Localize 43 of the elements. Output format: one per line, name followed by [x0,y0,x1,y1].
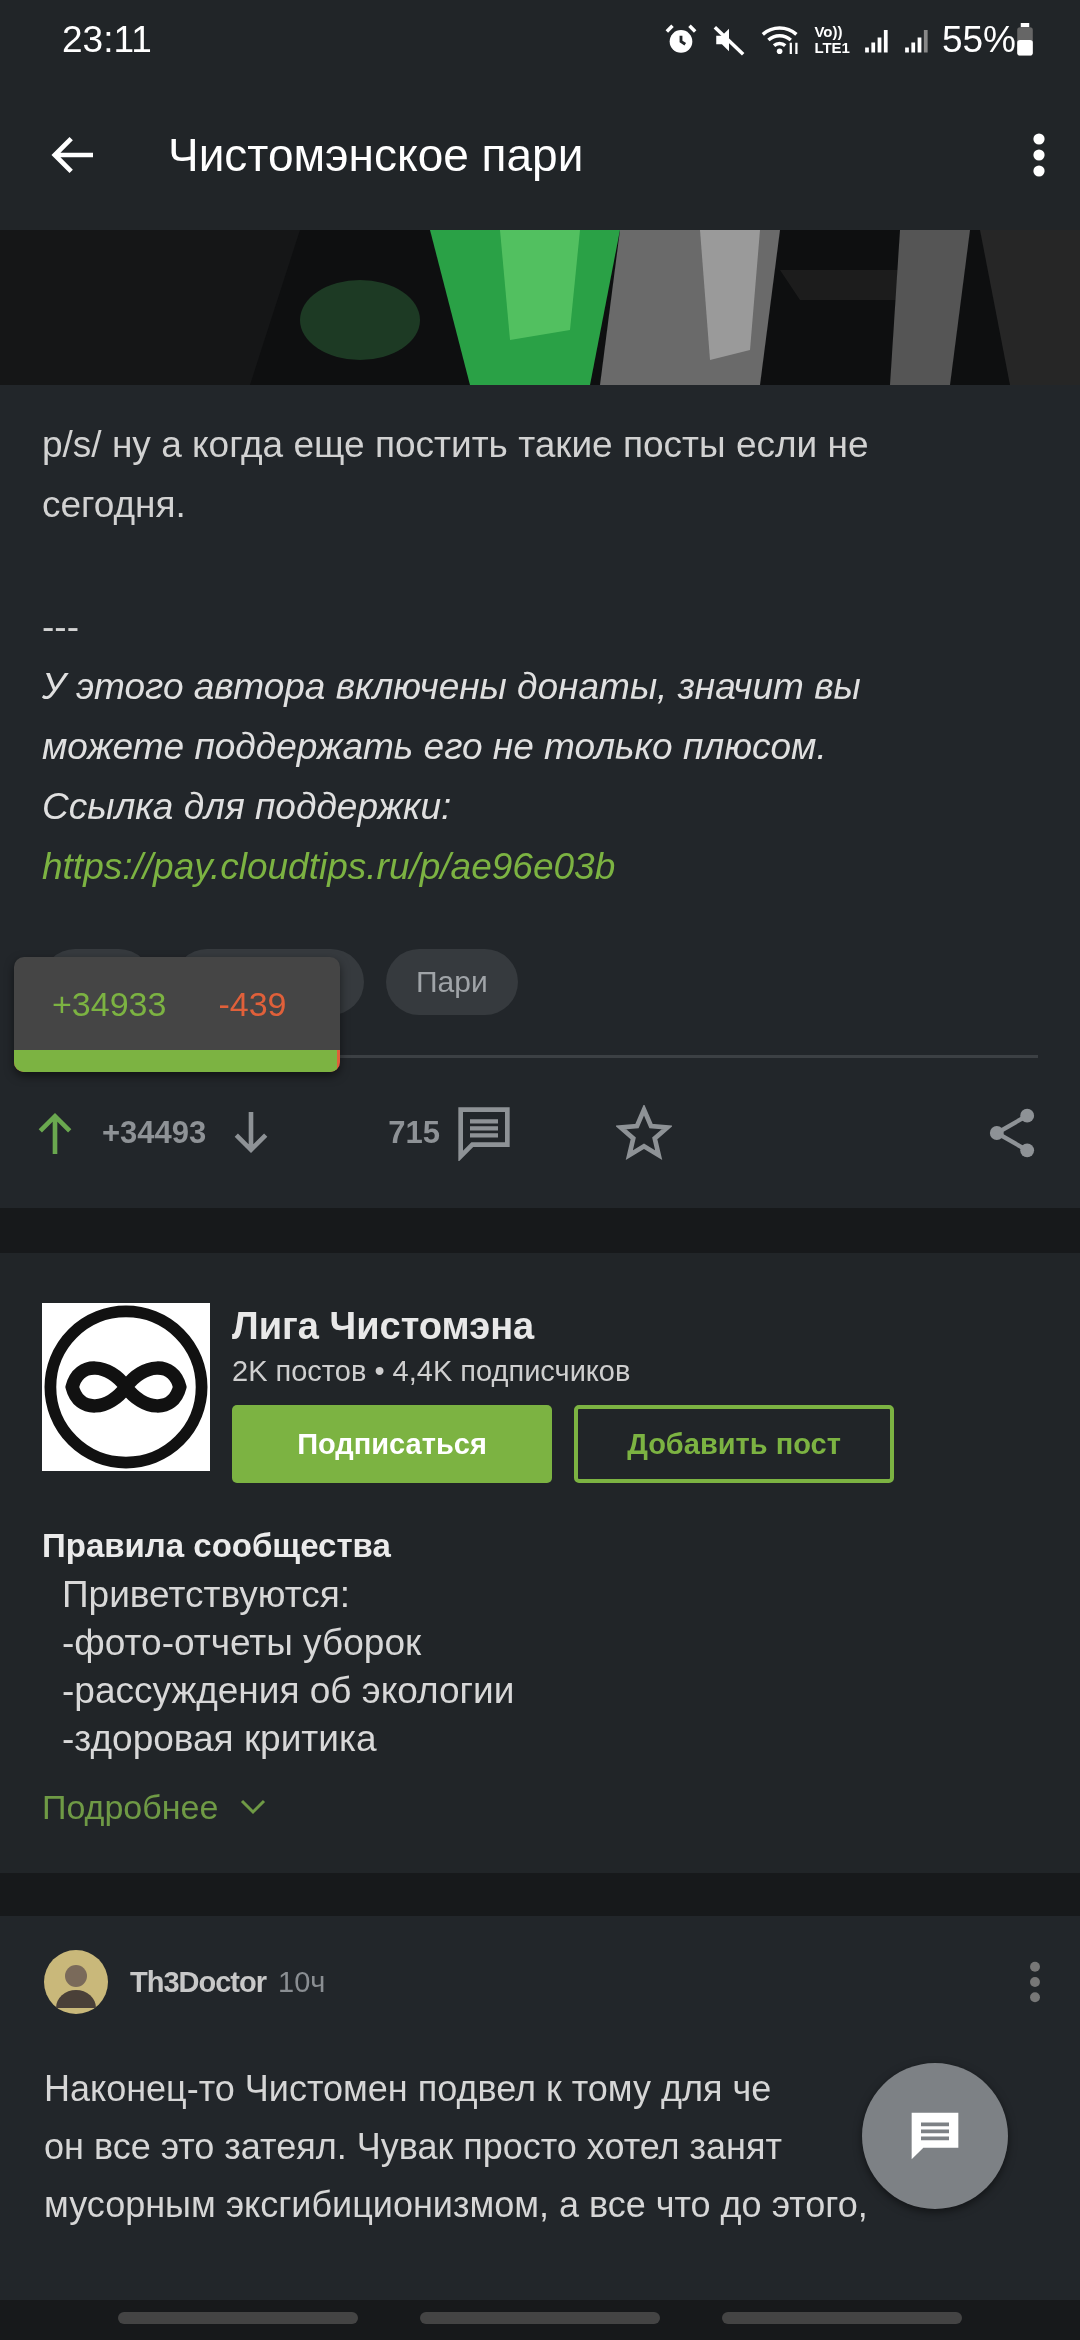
comment-icon[interactable] [456,1105,513,1161]
post-text: p/s/ ну а когда еще постить такие посты если не сегодня. [42,423,870,527]
more-link[interactable]: Подробнее [42,1779,219,1835]
battery-level: 55% [941,19,1016,61]
rule-text: -фото-отчеты уборок [61,1621,423,1665]
community-logo[interactable] [42,1303,210,1471]
rules-title: Правила сообщества [42,1526,392,1566]
comment-count: 715 [388,1115,441,1151]
mute-icon [712,23,747,57]
comment-text: Наконец-то Чистомен подвел к тому для че [44,2067,772,2111]
star-icon[interactable] [616,1105,673,1161]
community-stats: 2K постов • 4,4K подписчиков [232,1354,632,1389]
minus-count: -439 [218,984,287,1025]
donation-note: У этого автора включены донаты, значит вы можете поддержать его не только плюсом. [42,665,862,769]
nav-handle[interactable] [722,2312,962,2324]
comment-time: 10ч [278,1965,326,1999]
network-label: LTE1 [814,40,850,56]
nav-handle[interactable] [118,2312,358,2324]
more-icon[interactable] [1032,133,1046,177]
screen-title: Чистомэнское пари [168,128,585,182]
separator-text: --- [42,605,80,649]
rule-text: Приветствуются: [61,1573,352,1617]
upvote-icon[interactable] [38,1112,72,1154]
rule-text: -здоровая критика [61,1717,378,1761]
plus-count: +34933 [52,984,167,1025]
back-icon[interactable] [50,135,96,175]
community-name[interactable]: Лига Чистомэна [232,1303,894,1349]
battery-icon [1016,23,1034,57]
support-label: Ссылка для поддержки: [42,785,453,829]
rule-text: -рассуждения об экологии [61,1669,516,1713]
user-avatar[interactable] [44,1950,108,2014]
tag-chip[interactable]: Пари [386,949,518,1015]
rating-count: +34493 [102,1115,207,1151]
add-post-button[interactable]: Добавить пост [574,1405,894,1483]
chevron-icon[interactable] [240,1799,267,1815]
comment-text: он все это затеял. Чувак просто хотел занят [44,2125,782,2169]
support-link[interactable]: https://pay.cloudtips.ru/p/ae96e03b [42,846,616,887]
downvote-icon[interactable] [234,1112,269,1154]
nav-handle[interactable] [420,2312,660,2324]
volte-label: Vo)) [814,24,844,40]
clock-time: 23:11 [62,19,152,61]
comment-text: мусорным эксгибиционизмом, а все что до этого, [44,2183,868,2227]
author-name[interactable]: Th3Doctor [130,1965,266,1999]
